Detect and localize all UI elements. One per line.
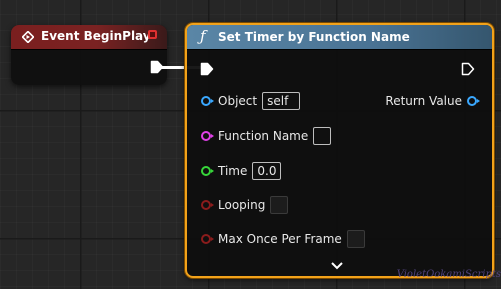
- max-once-per-frame-pin[interactable]: [201, 234, 214, 244]
- object-pin-row: Object self: [201, 91, 301, 111]
- object-pin-label: Object: [218, 94, 258, 108]
- function-name-field[interactable]: [313, 127, 332, 145]
- event-node-title: Event BeginPlay: [41, 29, 151, 43]
- time-pin[interactable]: [201, 166, 214, 176]
- function-name-pin[interactable]: [201, 131, 214, 141]
- max-once-per-frame-checkbox[interactable]: [346, 230, 365, 248]
- return-value-pin[interactable]: [467, 96, 480, 106]
- event-diamond-icon: [22, 31, 34, 43]
- set-timer-node[interactable]: ƒ Set Timer by Function Name Object self…: [185, 23, 494, 278]
- looping-checkbox[interactable]: [270, 196, 289, 214]
- looping-pin[interactable]: [201, 200, 214, 210]
- time-pin-label: Time: [218, 164, 248, 178]
- return-value-label: Return Value: [385, 94, 462, 108]
- time-pin-row: Time 0.0: [201, 161, 282, 181]
- exec-then-pin[interactable]: [461, 62, 475, 76]
- object-pin[interactable]: [201, 96, 214, 106]
- time-value-field[interactable]: 0.0: [252, 162, 282, 180]
- event-node-header[interactable]: Event BeginPlay: [11, 25, 167, 50]
- watermark: VioletOokamiScripts: [396, 269, 501, 280]
- timer-node-header[interactable]: ƒ Set Timer by Function Name: [187, 25, 492, 50]
- timer-node-title: Set Timer by Function Name: [218, 30, 410, 44]
- exec-input-pin[interactable]: [200, 62, 214, 76]
- max-once-per-frame-label: Max Once Per Frame: [218, 232, 342, 246]
- looping-pin-row: Looping: [201, 195, 289, 215]
- max-once-per-frame-pin-row: Max Once Per Frame: [201, 229, 365, 249]
- chevron-down-icon[interactable]: [330, 261, 344, 271]
- function-icon: ƒ: [200, 27, 206, 45]
- looping-label: Looping: [218, 198, 266, 212]
- function-name-label: Function Name: [218, 129, 309, 143]
- return-value-pin-row: Return Value: [385, 91, 480, 111]
- delegate-pin[interactable]: [148, 30, 157, 39]
- function-name-pin-row: Function Name: [201, 126, 332, 146]
- event-beginplay-node[interactable]: Event BeginPlay: [11, 25, 167, 85]
- object-value-field[interactable]: self: [262, 92, 301, 110]
